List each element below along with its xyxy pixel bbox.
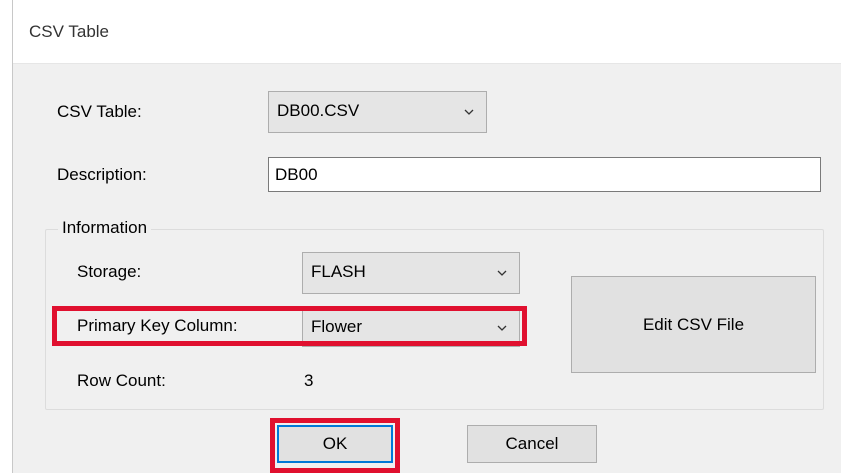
csv-table-dropdown[interactable]: DB00.CSV bbox=[268, 91, 487, 133]
edit-csv-file-button[interactable]: Edit CSV File bbox=[571, 276, 816, 373]
description-label: Description: bbox=[57, 165, 147, 184]
csv-table-dialog: CSV Table CSV Table: DB00.CSV Descriptio… bbox=[12, 0, 841, 473]
storage-label: Storage: bbox=[77, 262, 142, 281]
primary-key-column-dropdown[interactable]: Flower bbox=[302, 307, 520, 347]
chevron-down-icon bbox=[497, 325, 507, 331]
storage-value: FLASH bbox=[311, 262, 366, 281]
primary-key-column-label: Primary Key Column: bbox=[77, 316, 238, 335]
storage-dropdown[interactable]: FLASH bbox=[302, 252, 520, 294]
csv-table-label: CSV Table: bbox=[57, 102, 142, 121]
chevron-down-icon bbox=[464, 109, 474, 115]
primary-key-column-value: Flower bbox=[311, 317, 363, 336]
title-bar: CSV Table bbox=[13, 0, 841, 64]
ok-button[interactable]: OK bbox=[277, 425, 393, 463]
row-count-label: Row Count: bbox=[77, 371, 166, 390]
description-input[interactable] bbox=[269, 158, 820, 191]
row-count-value: 3 bbox=[304, 371, 314, 390]
csv-table-value: DB00.CSV bbox=[277, 101, 360, 120]
window-title: CSV Table bbox=[29, 22, 110, 41]
description-field[interactable] bbox=[268, 157, 821, 192]
cancel-button[interactable]: Cancel bbox=[467, 425, 597, 463]
information-group-label: Information bbox=[58, 218, 152, 238]
chevron-down-icon bbox=[497, 270, 507, 276]
